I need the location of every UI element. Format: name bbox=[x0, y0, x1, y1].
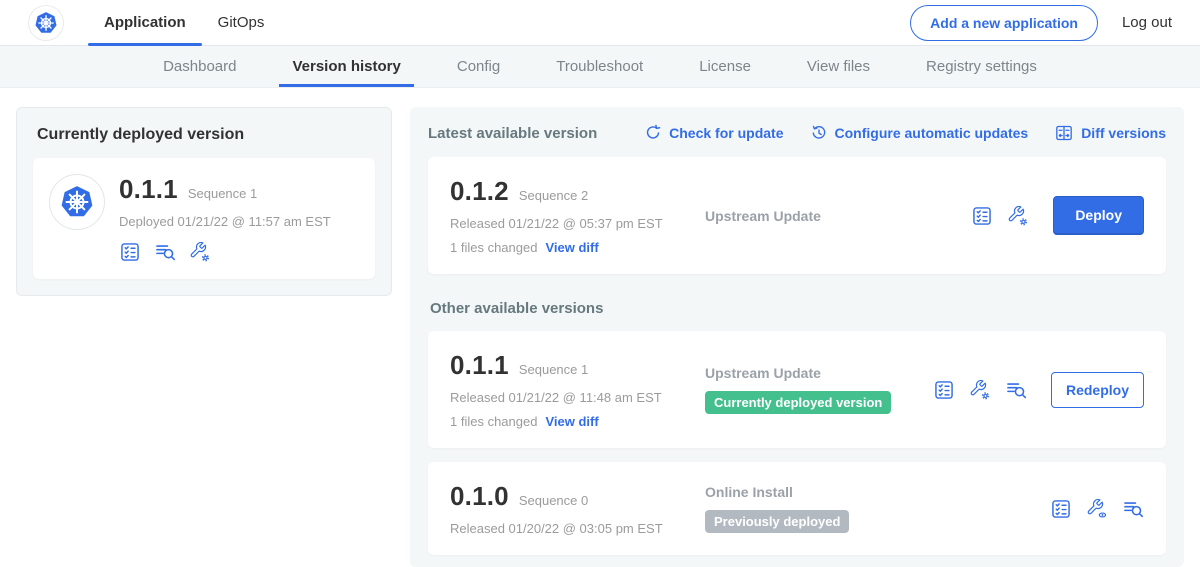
subnav-tab-license-label: License bbox=[699, 58, 751, 75]
configure-automatic-updates-link[interactable]: Configure automatic updates bbox=[810, 124, 1029, 142]
panel-actions: Check for update Configure automatic upd… bbox=[644, 123, 1166, 143]
version-card-0-1-2: 0.1.2 Sequence 2 Released 01/21/22 @ 05:… bbox=[428, 157, 1166, 274]
source-label: Upstream Update bbox=[705, 365, 923, 381]
check-for-update-label: Check for update bbox=[669, 125, 783, 141]
deploy-logs-icon[interactable] bbox=[154, 241, 176, 263]
main-content: Currently deployed version 0.1.1 Sequenc… bbox=[0, 88, 1200, 567]
version-sequence: Sequence 2 bbox=[519, 188, 588, 203]
version-actions: Deploy bbox=[971, 196, 1144, 235]
diff-versions-label: Diff versions bbox=[1081, 125, 1166, 141]
version-number: 0.1.0 bbox=[450, 481, 509, 512]
deployed-version-card: 0.1.1 Sequence 1 Deployed 01/21/22 @ 11:… bbox=[33, 158, 375, 279]
deploy-logs-icon[interactable] bbox=[1005, 379, 1027, 401]
version-card-0-1-0: 0.1.0 Sequence 0 Released 01/20/22 @ 03:… bbox=[428, 462, 1166, 555]
subnav-tab-view-files-label: View files bbox=[807, 58, 870, 75]
subnav-tab-license[interactable]: License bbox=[686, 46, 764, 87]
redeploy-button[interactable]: Redeploy bbox=[1051, 372, 1144, 408]
subnav-tab-version-history[interactable]: Version history bbox=[279, 46, 413, 87]
subnav-tab-dashboard[interactable]: Dashboard bbox=[150, 46, 249, 87]
refresh-icon bbox=[644, 124, 662, 142]
check-for-update-link[interactable]: Check for update bbox=[644, 124, 783, 142]
version-number: 0.1.1 bbox=[450, 350, 509, 381]
subnav-tab-config-label: Config bbox=[457, 58, 500, 75]
app-kubernetes-logo-icon bbox=[49, 174, 105, 230]
add-application-button[interactable]: Add a new application bbox=[910, 5, 1098, 41]
subnav-tab-registry-settings[interactable]: Registry settings bbox=[913, 46, 1050, 87]
release-notes-checklist-icon[interactable] bbox=[119, 241, 141, 263]
latest-available-title: Latest available version bbox=[428, 125, 597, 142]
version-info: 0.1.0 Sequence 0 Released 01/20/22 @ 03:… bbox=[450, 481, 705, 536]
subnav-tab-registry-settings-label: Registry settings bbox=[926, 58, 1037, 75]
currently-deployed-card: Currently deployed version 0.1.1 Sequenc… bbox=[16, 107, 392, 296]
app-subnav: Dashboard Version history Config Trouble… bbox=[0, 46, 1200, 88]
logout-link[interactable]: Log out bbox=[1122, 14, 1172, 31]
version-source: Upstream Update Currently deployed versi… bbox=[705, 365, 933, 414]
subnav-tab-dashboard-label: Dashboard bbox=[163, 58, 236, 75]
deployed-sequence: Sequence 1 bbox=[188, 186, 257, 201]
version-sequence: Sequence 0 bbox=[519, 493, 588, 508]
version-info: 0.1.1 Sequence 1 Released 01/21/22 @ 11:… bbox=[450, 350, 705, 429]
tab-gitops[interactable]: GitOps bbox=[202, 0, 281, 45]
version-sequence: Sequence 1 bbox=[519, 362, 588, 377]
kubernetes-logo-icon bbox=[28, 5, 64, 41]
version-card-0-1-1: 0.1.1 Sequence 1 Released 01/21/22 @ 11:… bbox=[428, 331, 1166, 448]
deploy-logs-icon[interactable] bbox=[1122, 498, 1144, 520]
subnav-tab-view-files[interactable]: View files bbox=[794, 46, 883, 87]
release-notes-checklist-icon[interactable] bbox=[933, 379, 955, 401]
other-available-title: Other available versions bbox=[430, 300, 1166, 317]
subnav-tab-version-history-label: Version history bbox=[292, 58, 400, 75]
released-timestamp: Released 01/21/22 @ 05:37 pm EST bbox=[450, 216, 705, 231]
header-tabs: Application GitOps bbox=[88, 0, 280, 45]
tab-gitops-label: GitOps bbox=[218, 14, 265, 31]
files-changed-label: 1 files changed bbox=[450, 414, 537, 429]
currently-deployed-title: Currently deployed version bbox=[37, 126, 375, 144]
schedule-update-icon bbox=[810, 124, 828, 142]
subnav-tab-troubleshoot-label: Troubleshoot bbox=[556, 58, 643, 75]
version-number: 0.1.2 bbox=[450, 176, 509, 207]
diff-icon bbox=[1054, 123, 1074, 143]
previously-deployed-badge: Previously deployed bbox=[705, 510, 849, 533]
header-right: Add a new application Log out bbox=[910, 5, 1172, 41]
released-timestamp: Released 01/20/22 @ 03:05 pm EST bbox=[450, 521, 705, 536]
version-source: Upstream Update bbox=[705, 208, 971, 224]
config-wrench-gear-icon[interactable] bbox=[1007, 205, 1029, 227]
deployed-actions bbox=[119, 241, 331, 263]
config-wrench-gear-icon[interactable] bbox=[969, 379, 991, 401]
version-source: Online Install Previously deployed bbox=[705, 484, 1050, 533]
diff-versions-link[interactable]: Diff versions bbox=[1054, 123, 1166, 143]
deploy-button[interactable]: Deploy bbox=[1053, 196, 1144, 235]
config-wrench-eye-icon[interactable] bbox=[1086, 498, 1108, 520]
currently-deployed-badge: Currently deployed version bbox=[705, 391, 891, 414]
app-header: Application GitOps Add a new application… bbox=[0, 0, 1200, 46]
files-changed-label: 1 files changed bbox=[450, 240, 537, 255]
config-wrench-gear-icon[interactable] bbox=[189, 241, 211, 263]
released-timestamp: Released 01/21/22 @ 11:48 am EST bbox=[450, 390, 705, 405]
deployed-version-number: 0.1.1 bbox=[119, 174, 178, 205]
deployed-timestamp: Deployed 01/21/22 @ 11:57 am EST bbox=[119, 214, 331, 229]
source-label: Online Install bbox=[705, 484, 1040, 500]
subnav-tab-troubleshoot[interactable]: Troubleshoot bbox=[543, 46, 656, 87]
subnav-tab-config[interactable]: Config bbox=[444, 46, 513, 87]
view-diff-link[interactable]: View diff bbox=[545, 240, 598, 255]
tab-application[interactable]: Application bbox=[88, 0, 202, 45]
release-notes-checklist-icon[interactable] bbox=[1050, 498, 1072, 520]
release-notes-checklist-icon[interactable] bbox=[971, 205, 993, 227]
panel-header: Latest available version Check for updat… bbox=[428, 123, 1166, 143]
source-label: Upstream Update bbox=[705, 208, 961, 224]
version-actions: Redeploy bbox=[933, 372, 1144, 408]
version-actions bbox=[1050, 498, 1144, 520]
configure-automatic-updates-label: Configure automatic updates bbox=[835, 125, 1029, 141]
version-info: 0.1.2 Sequence 2 Released 01/21/22 @ 05:… bbox=[450, 176, 705, 255]
tab-application-label: Application bbox=[104, 14, 186, 31]
deployed-version-info: 0.1.1 Sequence 1 Deployed 01/21/22 @ 11:… bbox=[119, 174, 331, 263]
version-history-panel: Latest available version Check for updat… bbox=[410, 107, 1184, 567]
view-diff-link[interactable]: View diff bbox=[545, 414, 598, 429]
